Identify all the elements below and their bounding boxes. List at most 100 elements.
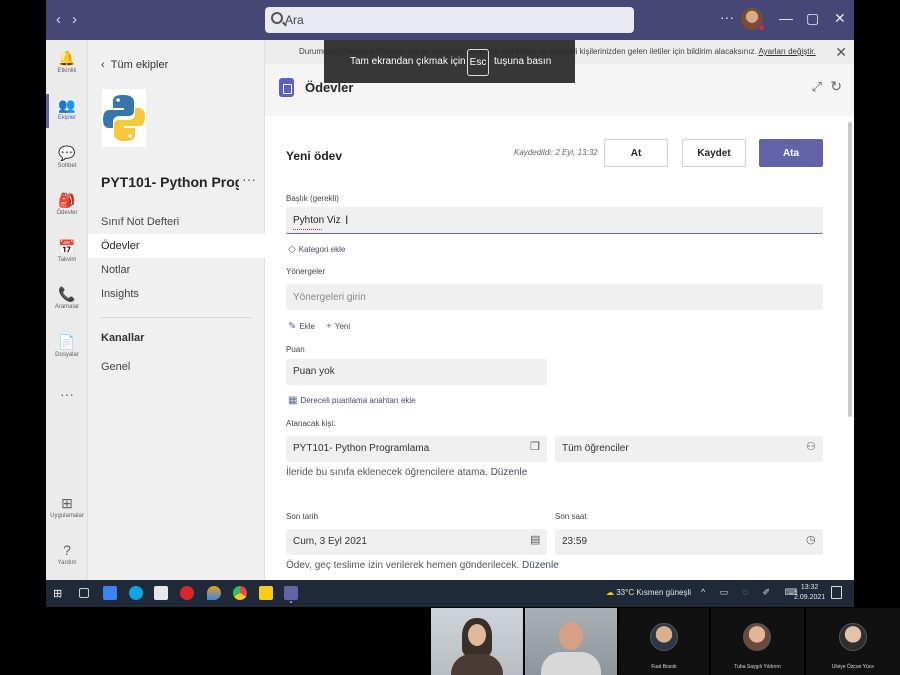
points-dropdown[interactable]: Puan yok bbox=[286, 359, 547, 385]
edit-late-link[interactable]: Düzenle bbox=[522, 560, 559, 571]
participant-face bbox=[468, 624, 486, 646]
teams-window: ‹ › ··· — ▢ ✕ 🔔 Etkinlik 👥 Ekipler 💬 Soh… bbox=[46, 0, 854, 607]
file-explorer-icon[interactable] bbox=[259, 586, 273, 600]
mail-icon[interactable] bbox=[103, 586, 117, 600]
rail-files[interactable]: 📄 Dosyalar bbox=[46, 334, 88, 358]
refresh-icon[interactable]: ↻ bbox=[830, 78, 842, 95]
title-input[interactable] bbox=[286, 207, 823, 234]
python-logo-icon bbox=[102, 89, 146, 147]
add-rubric-link[interactable]: ▦ Dereceli puanlama anahtarı ekle bbox=[288, 395, 416, 406]
hint-text-before: Tam ekrandan çıkmak için bbox=[350, 56, 466, 67]
team-item-grades[interactable]: Notlar bbox=[88, 258, 265, 282]
rail-help[interactable]: ? Yardım bbox=[46, 542, 88, 566]
instructions-input[interactable] bbox=[286, 284, 823, 310]
esc-key-label: Esc bbox=[467, 49, 489, 76]
notification-icon[interactable] bbox=[831, 586, 842, 599]
tag-icon: ◇ bbox=[288, 244, 296, 255]
help-icon: ? bbox=[63, 542, 71, 558]
back-arrow-icon[interactable]: ‹ bbox=[56, 11, 61, 28]
participant-name: Tuba Saygılı Yıldırım bbox=[734, 664, 781, 670]
add-category-link[interactable]: ◇ Kategori ekle bbox=[288, 244, 345, 255]
user-avatar[interactable] bbox=[741, 8, 765, 31]
rail-calls-label: Aramalar bbox=[54, 304, 80, 310]
title-label: Başlık (gerekli) bbox=[286, 194, 339, 203]
students-dropdown[interactable]: Tüm öğrenciler bbox=[555, 436, 823, 462]
bell-icon: 🔔 bbox=[58, 50, 76, 66]
chrome-icon[interactable] bbox=[233, 586, 247, 600]
scrollbar[interactable] bbox=[848, 122, 852, 417]
rail-chat-label: Sohbet bbox=[57, 163, 77, 169]
edge-icon[interactable] bbox=[129, 586, 143, 600]
taskbar-clock[interactable]: 13:32 2.09.2021 bbox=[794, 583, 825, 603]
rail-assignments[interactable]: 🎒 Ödevler bbox=[46, 192, 88, 216]
copy-icon[interactable]: ❐ bbox=[530, 440, 540, 453]
participant-body bbox=[541, 652, 601, 675]
rail-activity[interactable]: 🔔 Etkinlik bbox=[46, 50, 88, 74]
paperclip-icon: ✎ bbox=[288, 321, 297, 332]
people-settings-icon[interactable]: ⚇ bbox=[806, 440, 816, 453]
class-dropdown[interactable]: PYT101- Python Programlama bbox=[286, 436, 547, 462]
clock-icon[interactable]: ◷ bbox=[806, 533, 816, 546]
new-label: Yeni bbox=[334, 322, 351, 331]
rail-chat[interactable]: 💬 Sohbet bbox=[46, 145, 88, 169]
store-icon[interactable] bbox=[154, 586, 168, 600]
yandex-icon[interactable] bbox=[180, 586, 194, 600]
discard-button[interactable]: At bbox=[604, 139, 668, 167]
assign-button[interactable]: Ata bbox=[759, 139, 823, 167]
channel-general[interactable]: Genel bbox=[101, 361, 130, 373]
calendar-icon: 📅 bbox=[58, 239, 76, 255]
rubric-grid-icon: ▦ bbox=[288, 395, 298, 406]
weather-widget[interactable]: ☁ 33°C Kısmen güneşli bbox=[606, 588, 691, 597]
rail-calls[interactable]: 📞 Aramalar bbox=[46, 286, 88, 310]
team-item-assignments[interactable]: Ödevler bbox=[88, 234, 265, 258]
rail-calendar-label: Takvim bbox=[57, 257, 77, 263]
participant-tile: Ulviye Özcan Yüce bbox=[806, 608, 900, 675]
all-teams-link[interactable]: ‹ Tüm ekipler bbox=[101, 59, 168, 71]
app-rail: 🔔 Etkinlik 👥 Ekipler 💬 Sohbet 🎒 Ödevler … bbox=[46, 40, 88, 580]
rail-apps[interactable]: ⊞ Uygulamalar bbox=[46, 495, 88, 519]
late-note-text: Ödev, geç teslime izin verilerek hemen g… bbox=[286, 560, 520, 571]
system-tray[interactable]: ^ ▭ ◌ ✐ ⌨ bbox=[701, 587, 804, 598]
forward-arrow-icon[interactable]: › bbox=[72, 11, 77, 28]
close-button[interactable]: ✕ bbox=[834, 10, 846, 27]
save-button[interactable]: Kaydet bbox=[682, 139, 746, 167]
rail-calendar[interactable]: 📅 Takvim bbox=[46, 239, 88, 263]
search-box[interactable] bbox=[265, 7, 634, 33]
participant-tile: Fuat Bozok bbox=[619, 608, 709, 675]
team-item-class-notebook[interactable]: Sınıf Not Defteri bbox=[88, 210, 265, 234]
assign-note: İleride bu sınıfa eklenecek öğrencilere … bbox=[286, 467, 527, 478]
due-time-picker[interactable]: 23:59 bbox=[555, 529, 823, 555]
add-category-label: Kategori ekle bbox=[298, 245, 346, 254]
windows-start-icon[interactable]: ⊞ bbox=[53, 587, 67, 601]
teams-icon: 👥 bbox=[58, 97, 76, 113]
rail-activity-label: Etkinlik bbox=[57, 68, 77, 74]
attach-button[interactable]: ✎ Ekle bbox=[288, 321, 315, 332]
task-view-icon[interactable] bbox=[79, 588, 89, 598]
expand-icon[interactable]: ⤢ bbox=[812, 79, 822, 95]
windows-taskbar: ⊞ ☁ 33°C Kısmen güneşli ^ ▭ ◌ ✐ ⌨ 13:32 … bbox=[46, 580, 854, 607]
minimize-button[interactable]: — bbox=[779, 10, 793, 26]
new-button[interactable]: + Yeni bbox=[326, 321, 350, 332]
due-date-picker[interactable]: Cum, 3 Eyl 2021 bbox=[286, 529, 547, 555]
teams-taskbar-icon[interactable] bbox=[284, 586, 298, 600]
change-settings-link[interactable]: Ayarları değiştir. bbox=[758, 47, 815, 56]
rail-teams[interactable]: 👥 Ekipler bbox=[46, 94, 88, 128]
assignments-app-icon bbox=[279, 78, 294, 97]
search-input[interactable] bbox=[285, 10, 585, 30]
edit-assign-link[interactable]: Düzenle bbox=[491, 467, 528, 478]
search-icon bbox=[271, 12, 283, 24]
team-item-insights[interactable]: Insights bbox=[88, 282, 265, 306]
divider bbox=[101, 317, 251, 318]
calendar-icon[interactable]: ▤ bbox=[530, 533, 540, 546]
phone-icon: 📞 bbox=[58, 286, 76, 302]
rail-more[interactable]: ··· bbox=[46, 386, 88, 402]
team-panel: ‹ Tüm ekipler PYT101- Python Progra... ·… bbox=[88, 40, 265, 580]
team-more-icon[interactable]: ··· bbox=[242, 171, 256, 187]
due-time-label: Son saat bbox=[555, 512, 587, 521]
attach-label: Ekle bbox=[299, 322, 315, 331]
maximize-button[interactable]: ▢ bbox=[806, 10, 819, 27]
more-options-icon[interactable]: ··· bbox=[720, 9, 734, 25]
due-date-label: Son tarih bbox=[286, 512, 319, 521]
close-icon[interactable]: ✕ bbox=[835, 44, 847, 61]
drop-app-icon[interactable] bbox=[207, 586, 221, 600]
